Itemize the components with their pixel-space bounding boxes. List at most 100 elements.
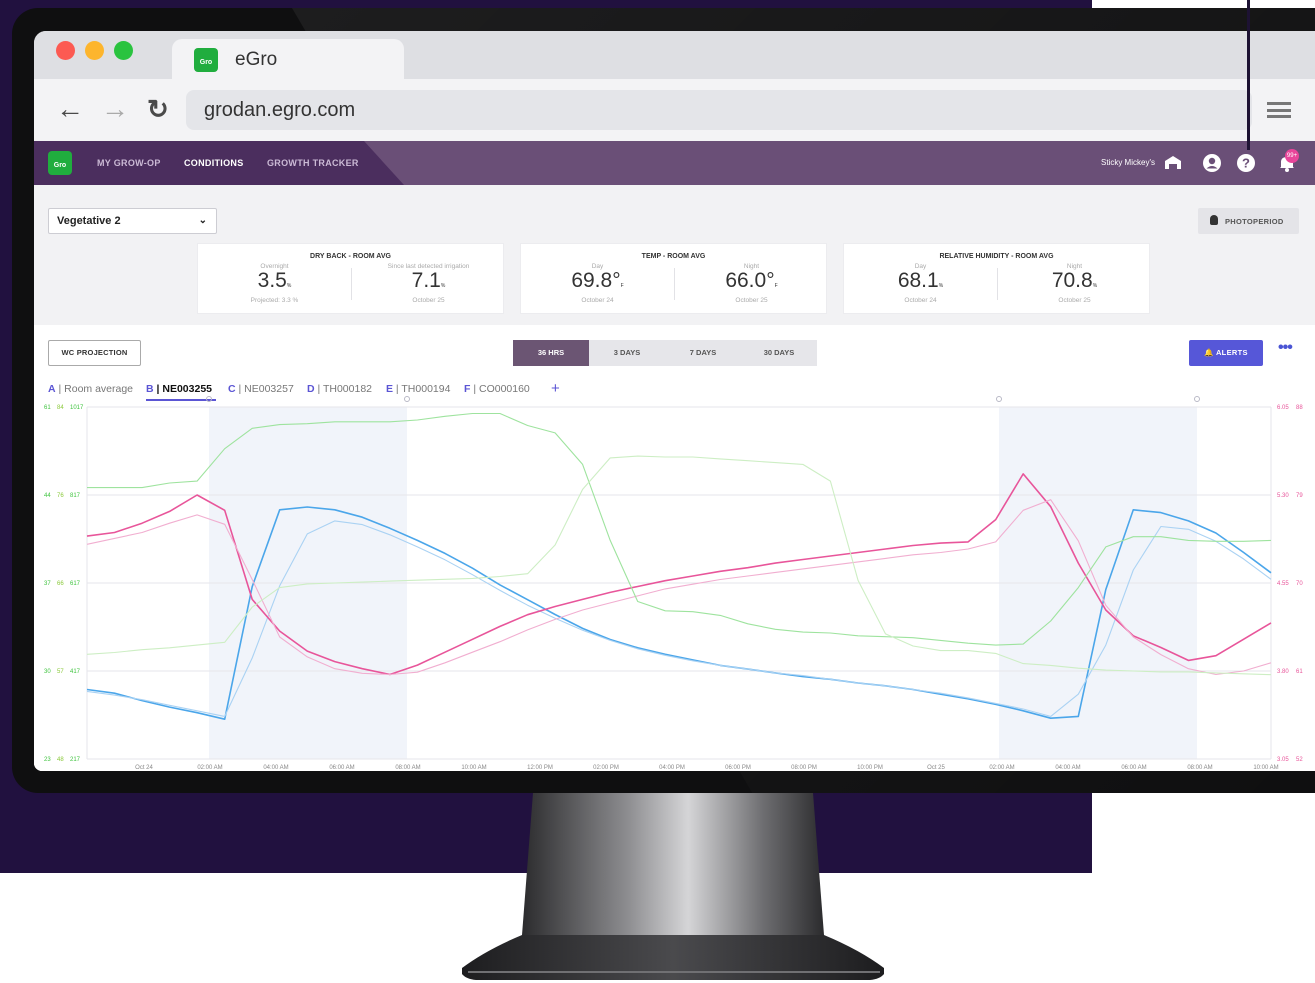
card-left-col: Day 68.1% October 24: [844, 263, 997, 307]
forward-arrow-icon[interactable]: →: [101, 93, 129, 125]
help-icon[interactable]: ?: [1236, 153, 1256, 173]
card-left-col: Day 69.8°F October 24: [521, 263, 674, 307]
card-value: 69.8°F: [521, 270, 674, 297]
photoperiod-button[interactable]: PHOTOPERIOD: [1198, 208, 1299, 234]
y-axis-tick-label: 23: [44, 757, 51, 763]
reload-icon[interactable]: ↻: [147, 93, 169, 125]
x-axis-tick-label: 02:00 AM: [197, 765, 222, 771]
notification-badge: 99+: [1285, 149, 1299, 163]
x-axis-tick-label: 06:00 PM: [725, 765, 751, 771]
photoperiod-marker: [206, 396, 212, 402]
y-axis-tick-label: 61: [1296, 669, 1303, 675]
sensor-chart: 61 44 37 30 23 84 76 66 57 48 1017 817 617 417 217 6.05…: [44, 396, 1303, 771]
card-unit: %: [286, 283, 292, 289]
card-value: 3.5%: [198, 270, 351, 297]
minimize-window-button[interactable]: [85, 41, 104, 60]
x-axis-tick-label: 04:00 AM: [263, 765, 288, 771]
room-select-value: Vegetative 2: [57, 215, 121, 227]
x-axis-tick-label: 04:00 AM: [1055, 765, 1080, 771]
y-axis-tick-label: 84: [57, 405, 64, 411]
x-axis-tick-label: 10:00 PM: [857, 765, 883, 771]
photoperiod-marker: [404, 396, 410, 402]
svg-text:?: ?: [1242, 156, 1250, 171]
x-axis-tick-label: 06:00 AM: [1121, 765, 1146, 771]
nav-my-grow-op[interactable]: MY GROW-OP: [97, 158, 161, 168]
back-arrow-icon[interactable]: ←: [56, 93, 84, 125]
browser-toolbar: ← → ↻ grodan.egro.com: [34, 79, 1315, 141]
card-value-number: 7.1: [411, 269, 441, 292]
lightbulb-icon: [1210, 215, 1218, 225]
card-right-col: Since last detected irrigation 7.1% Octo…: [352, 263, 505, 307]
y-axis-tick-label: 5.30: [1277, 493, 1289, 499]
user-name[interactable]: Sticky Mickey's: [1101, 158, 1155, 167]
card-title: TEMP - ROOM AVG: [641, 253, 706, 260]
close-window-button[interactable]: [56, 41, 75, 60]
chart-panel: WC PROJECTION 36 HRS 3 DAYS 7 DAYS 30 DA…: [34, 325, 1315, 771]
x-axis-tick-label: 02:00 PM: [593, 765, 619, 771]
y-axis-tick-label: 1017: [70, 405, 84, 411]
card-foot: October 24: [904, 297, 937, 304]
temp-card: TEMP - ROOM AVG Day 69.8°F October 24 Ni…: [520, 243, 827, 314]
card-value: 68.1%: [844, 270, 997, 297]
conditions-page: Vegetative 2 ⌄ PHOTOPERIOD DRY BACK - RO…: [34, 185, 1315, 771]
x-axis-tick-label: 10:00 AM: [461, 765, 486, 771]
egro-logo-icon[interactable]: Gro: [48, 151, 72, 175]
card-value: 70.8%: [998, 270, 1151, 297]
x-axis-tick-label: Oct 24: [135, 765, 153, 771]
tab-title: eGro: [235, 49, 278, 70]
y-axis-tick-label: 76: [57, 493, 64, 499]
x-axis-tick-label: 04:00 PM: [659, 765, 685, 771]
card-right-col: Night 66.0°F October 25: [675, 263, 828, 307]
y-axis-tick-label: 66: [57, 581, 64, 587]
y-axis-tick-label: 417: [70, 669, 81, 675]
x-axis-tick-label: 12:00 PM: [527, 765, 553, 771]
browser-tab[interactable]: Gro eGro: [172, 39, 404, 79]
card-unit: %: [1092, 283, 1098, 289]
x-axis-tick-label: 02:00 AM: [989, 765, 1014, 771]
egro-favicon-icon: Gro: [194, 48, 218, 72]
browser-window: Gro eGro ← → ↻ grodan.egro.com Gro MY GR…: [34, 31, 1315, 771]
y-axis-tick-label: 3.80: [1277, 669, 1289, 675]
y-axis-tick-label: 817: [70, 493, 81, 499]
y-axis-tick-label: 48: [57, 757, 64, 763]
photoperiod-marker: [1194, 396, 1200, 402]
chevron-down-icon: ⌄: [198, 215, 207, 226]
y-axis-tick-label: 37: [44, 581, 51, 587]
monitor-promo-scene: Gro eGro ← → ↻ grodan.egro.com Gro MY GR…: [0, 0, 1315, 983]
x-axis-tick-label: 08:00 PM: [791, 765, 817, 771]
y-axis-tick-label: 44: [44, 493, 51, 499]
x-axis-tick-label: 08:00 AM: [395, 765, 420, 771]
card-unit: %: [938, 283, 944, 289]
card-value-number: 70.8: [1051, 269, 1093, 292]
y-axis-tick-label: 4.55: [1277, 581, 1289, 587]
y-axis-tick-label: 88: [1296, 405, 1303, 411]
y-axis-tick-label: 3.05: [1277, 757, 1289, 763]
browser-titlebar: Gro eGro: [34, 31, 1315, 79]
card-foot: October 25: [412, 297, 445, 304]
card-right-col: Night 70.8% October 25: [998, 263, 1151, 307]
y-axis-tick-label: 70: [1296, 581, 1303, 587]
nav-growth-tracker[interactable]: GROWTH TRACKER: [267, 158, 359, 168]
photoperiod-label: PHOTOPERIOD: [1225, 217, 1284, 226]
card-value: 66.0°F: [675, 270, 828, 297]
nav-conditions[interactable]: CONDITIONS: [184, 158, 244, 168]
card-unit: F: [774, 283, 778, 289]
app-navbar: Gro MY GROW-OP CONDITIONS GROWTH TRACKER…: [34, 141, 1315, 185]
address-bar[interactable]: grodan.egro.com: [186, 90, 1252, 130]
account-icon[interactable]: [1202, 153, 1222, 173]
card-title: RELATIVE HUMIDITY - ROOM AVG: [939, 253, 1054, 260]
hamburger-menu-icon[interactable]: [1267, 102, 1291, 118]
y-axis-tick-label: 6.05: [1277, 405, 1289, 411]
x-axis-tick-label: 08:00 AM: [1187, 765, 1212, 771]
card-value-number: 69.8°: [571, 269, 621, 292]
card-left-col: Overnight 3.5% Projected: 3.3 %: [198, 263, 351, 307]
room-select[interactable]: Vegetative 2 ⌄: [48, 208, 217, 234]
card-foot: October 25: [1058, 297, 1091, 304]
maximize-window-button[interactable]: [114, 41, 133, 60]
x-axis-tick-label: 10:00 AM: [1253, 765, 1278, 771]
greenhouse-icon[interactable]: [1163, 153, 1183, 173]
card-foot: Projected: 3.3 %: [250, 297, 299, 304]
card-value-number: 66.0°: [725, 269, 775, 292]
card-value-number: 68.1: [897, 269, 939, 292]
y-axis-tick-label: 79: [1296, 493, 1303, 499]
